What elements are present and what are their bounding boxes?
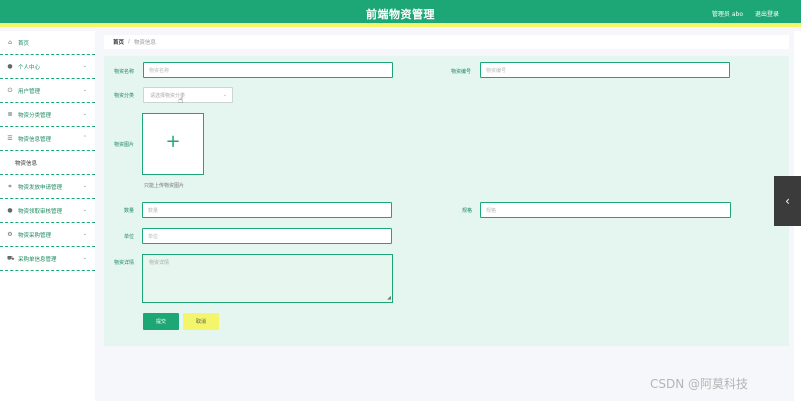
category-select[interactable]: 请选择物资分类 ⌄ (143, 87, 233, 103)
sidebar-item-materials[interactable]: ☰ 物资信息管理 ⌃ (0, 127, 95, 151)
detail-label: 物资详情 (114, 260, 135, 266)
breadcrumb-home[interactable]: 首页 (113, 38, 124, 46)
breadcrumb: 首页 / 物资信息 (104, 35, 789, 49)
form-panel: 物资名称 物资名称 物资编号 物资编号 物资分类 请选择物资分类 ⌄ ☝ 物资图… (104, 56, 789, 346)
current-user[interactable]: 管理员 abo (712, 9, 743, 18)
sidebar-item-category[interactable]: ≣ 物资分类管理 ⌄ (0, 103, 95, 127)
submit-button[interactable]: 提交 (143, 313, 179, 330)
sidebar-item-profile[interactable]: ● 个人中心 ⌄ (0, 55, 95, 79)
breadcrumb-current: 物资信息 (133, 40, 156, 46)
power-icon: ⏻ (7, 86, 13, 94)
code-label: 物资编号 (451, 69, 472, 75)
chevron-down-icon: ⌄ (82, 231, 87, 237)
sidebar-item-label: 物资采购管理 (18, 232, 52, 239)
sidebar-item-distribution[interactable]: ⌗ 物资发放申请管理 ⌄ (0, 175, 95, 199)
user-icon: ● (7, 206, 13, 214)
qty-label: 数量 (124, 208, 135, 214)
chevron-down-icon: ⌄ (222, 92, 227, 98)
cart-icon: ⛟ (7, 254, 15, 262)
breadcrumb-separator: / (128, 39, 130, 45)
menu-icon: ☰ (7, 134, 13, 142)
sidebar-item-label: 首页 (18, 40, 30, 47)
list-icon: ≣ (7, 110, 13, 118)
logout-link[interactable]: 退出登录 (755, 9, 779, 18)
chevron-down-icon: ⌄ (82, 183, 87, 189)
sidebar-item-label: 个人中心 (18, 64, 41, 71)
cancel-button[interactable]: 取消 (183, 313, 219, 330)
chevron-left-icon: ‹ (785, 194, 790, 208)
sidebar-item-purchase[interactable]: ⚙ 物资采购管理 ⌄ (0, 223, 95, 247)
category-label: 物资分类 (114, 93, 135, 99)
image-hint: 只能上传物资图片 (144, 183, 185, 189)
sidebar: ⌂ 首页 ● 个人中心 ⌄ ⏻ 用户管理 ⌄ ≣ 物资分类管理 ⌄ ☰ 物资信息… (0, 31, 95, 401)
sidebar-item-label: 物资信息管理 (18, 136, 52, 143)
spec-label: 规格 (462, 208, 473, 214)
detail-placeholder: 物资详情 (149, 260, 170, 266)
home-icon: ⌂ (8, 38, 12, 46)
sidebar-item-label: 物资领取审核管理 (18, 208, 63, 215)
sidebar-item-users[interactable]: ⏻ 用户管理 ⌄ (0, 79, 95, 103)
unit-input[interactable]: 单位 (142, 228, 392, 244)
resize-grip-icon[interactable]: ◢ (387, 295, 391, 301)
plus-icon: + (165, 131, 181, 152)
cursor-hand-icon: ☝ (178, 96, 184, 106)
qty-input[interactable]: 数量 (142, 202, 392, 218)
user-icon: ● (7, 62, 13, 70)
name-input[interactable]: 物资名称 (143, 62, 393, 78)
chevron-down-icon: ⌄ (82, 255, 87, 261)
chevron-down-icon: ⌄ (82, 63, 87, 69)
top-header: 前端物资管理 管理员 abo 退出登录 (0, 0, 801, 27)
sidebar-item-label: 物资分类管理 (18, 112, 52, 119)
sidebar-subitem-materials[interactable]: 物资信息 (0, 151, 95, 175)
gear-icon: ⚙ (7, 230, 13, 238)
image-upload[interactable]: + (142, 113, 204, 175)
sidebar-item-label: 物资发放申请管理 (18, 184, 63, 191)
app-title: 前端物资管理 (366, 8, 435, 21)
unit-label: 单位 (124, 234, 135, 240)
collapse-panel-button[interactable]: ‹ (774, 176, 801, 226)
chevron-down-icon: ⌄ (82, 207, 87, 213)
code-input[interactable]: 物资编号 (480, 62, 730, 78)
sidebar-item-orders[interactable]: ⛟ 采购单信息管理 ⌄ (0, 247, 95, 271)
detail-textarea[interactable]: 物资详情 ◢ (142, 254, 393, 303)
sidebar-item-label: 采购单信息管理 (18, 256, 57, 263)
sidebar-item-home[interactable]: ⌂ 首页 (0, 31, 95, 55)
crop-icon: ⌗ (8, 182, 12, 190)
watermark: CSDN @阿莫科技 (650, 377, 749, 391)
name-label: 物资名称 (114, 69, 135, 75)
sidebar-item-label: 用户管理 (18, 88, 41, 95)
chevron-down-icon: ⌄ (82, 87, 87, 93)
sidebar-item-review[interactable]: ● 物资领取审核管理 ⌄ (0, 199, 95, 223)
chevron-up-icon: ⌃ (82, 135, 87, 141)
spec-input[interactable]: 规格 (480, 202, 731, 218)
chevron-down-icon: ⌄ (82, 111, 87, 117)
image-label: 物资图片 (114, 142, 135, 148)
